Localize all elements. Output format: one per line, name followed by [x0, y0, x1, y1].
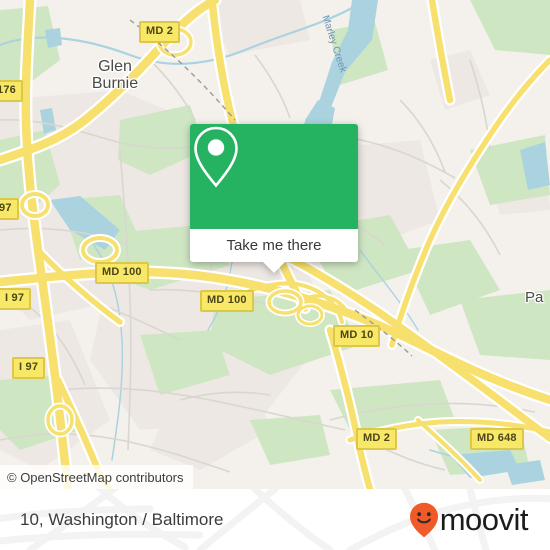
place-label-pasadena: Pa	[525, 289, 544, 306]
popup-icon-area	[190, 124, 358, 229]
shield-md-2-north[interactable]: MD 2	[139, 21, 181, 43]
moovit-smiley-pin-icon	[409, 502, 438, 537]
shield-i-176[interactable]: 176	[0, 80, 23, 102]
map-pin-icon	[194, 126, 238, 188]
map-canvas[interactable]: Glen Burnie Pa Marley Creek MD 2 176 97 M…	[0, 0, 550, 489]
location-title: 10, Washington / Baltimore	[20, 509, 224, 529]
shield-md-648[interactable]: MD 648	[470, 428, 524, 450]
place-label-glen-burnie: Glen Burnie	[91, 58, 139, 92]
osm-attribution-text: © OpenStreetMap contributors	[7, 469, 184, 485]
shield-i-97-mid[interactable]: I 97	[0, 288, 32, 310]
shield-md-100-west[interactable]: MD 100	[95, 262, 149, 284]
map-screen: Glen Burnie Pa Marley Creek MD 2 176 97 M…	[0, 0, 550, 550]
location-popup-card[interactable]: Take me there	[190, 124, 358, 273]
moovit-logo[interactable]: moovit	[409, 502, 529, 538]
popup-pointer-tail	[263, 262, 285, 273]
bottom-info-bar: 10, Washington / Baltimore moovit	[0, 489, 550, 550]
popup-action-bar[interactable]: Take me there	[190, 229, 358, 273]
shield-md-2-south[interactable]: MD 2	[356, 428, 398, 450]
moovit-wordmark: moovit	[439, 502, 529, 537]
shield-i-97-lower[interactable]: I 97	[12, 357, 46, 379]
osm-attribution[interactable]: © OpenStreetMap contributors	[0, 465, 193, 489]
shield-md-10[interactable]: MD 10	[333, 325, 381, 347]
shield-i-97-upper[interactable]: 97	[0, 198, 19, 220]
shield-md-100-mid[interactable]: MD 100	[200, 290, 254, 312]
take-me-there-label: Take me there	[226, 237, 322, 254]
